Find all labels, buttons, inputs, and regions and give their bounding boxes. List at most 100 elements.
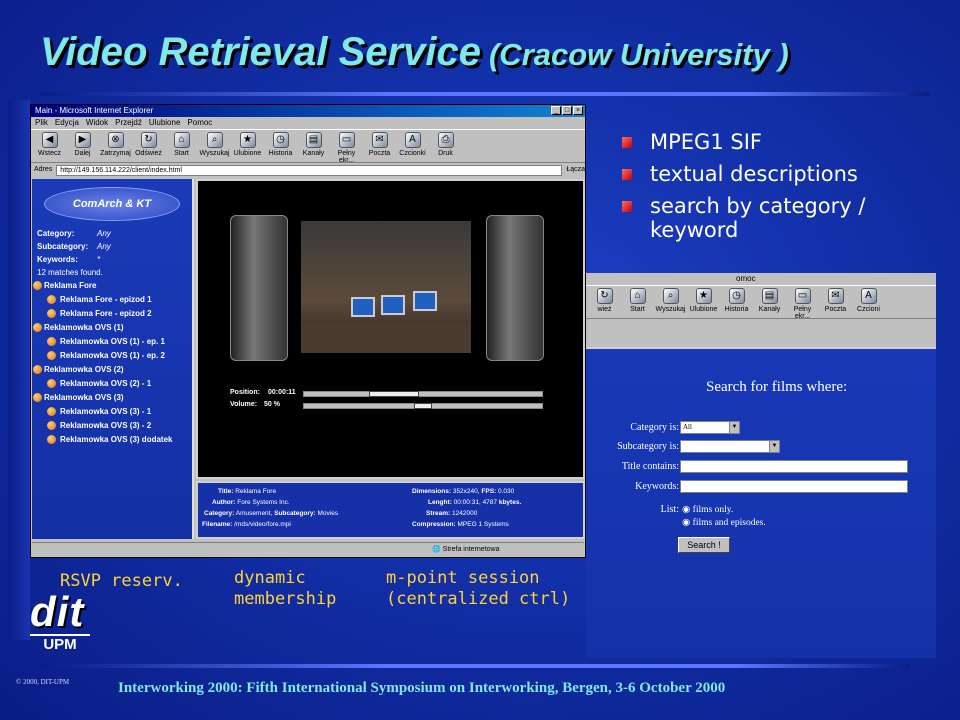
menu-item-4[interactable]: Ulubione [149,118,181,127]
toolbar-button-7[interactable]: ✉ Poczta [819,286,852,313]
result-item[interactable]: Reklama Fore - epizod 1 [32,293,192,307]
result-item[interactable]: Reklamowka OVS (3) - 1 [32,405,192,419]
volume-slider[interactable] [303,403,543,409]
toolbar-button-8[interactable]: ▤ Kanały [297,130,330,157]
toolbar-button-6[interactable]: ★ Ulubione [231,130,264,157]
results-sidebar: ComArch & KT Category: Any Subcategory: Any… [32,179,194,539]
browser-window-main[interactable]: Main - Microsoft Internet Explorer _ □ ×… [30,104,586,558]
radio-selected-icon[interactable]: ◉ [682,505,690,515]
category-select[interactable]: All ▼ [680,421,740,434]
toolbar-button-2[interactable]: ⌕ Wyszukaj [654,286,687,313]
note-mpoint-session: m-point session (centralized ctrl) [386,568,571,609]
keywords-input[interactable] [680,480,908,493]
toolbar-button-label: Historia [724,306,749,313]
links-label[interactable]: Łącza [566,163,585,177]
radio-films-episodes[interactable]: ◉ films and episodes. [682,517,766,528]
toolbar-button-3[interactable]: ↻ Odśwież [132,130,165,157]
toolbar-button-label: Ulubione [689,306,718,313]
query-row: Keywords: * [32,253,192,266]
left-speaker-image [230,215,288,361]
toolbar-button-6[interactable]: ▭ Pełny ekr... [786,286,819,318]
toolbar-button-5[interactable]: ⌕ Wyszukaj [198,130,231,157]
result-item[interactable]: Reklama Fore [32,279,192,293]
chevron-down-icon[interactable]: ▼ [769,441,779,452]
menu-item-5[interactable]: Pomoc [187,118,212,127]
note-dynamic-membership: dynamic membership [234,568,337,609]
volume-slider-thumb[interactable] [414,403,432,409]
category-value: All [683,423,692,431]
toolbar-button-9[interactable]: ▭ Pełny ekr... [330,130,363,162]
title-input[interactable] [680,460,908,473]
film-bullet-icon [47,421,56,430]
toolbar-button-12[interactable]: ⎙ Druk [429,130,462,157]
menu-item-2[interactable]: Widok [86,118,108,127]
search-button[interactable]: Search ! [678,537,730,553]
menu-item-1[interactable]: Edycja [55,118,79,127]
result-item[interactable]: Reklamowka OVS (1) - ep. 1 [32,335,192,349]
result-item[interactable]: Reklama Fore - epizod 2 [32,307,192,321]
toolbar-button-label: Druk [438,150,453,157]
channels-icon: ▤ [305,132,322,148]
toolbar-button-10[interactable]: ✉ Poczta [363,130,396,157]
film-bullet-icon [47,407,56,416]
result-item[interactable]: Reklamowka OVS (2) - 1 [32,377,192,391]
menu-item-0[interactable]: Plik [35,118,48,127]
query-row: Subcategory: Any [32,240,192,253]
toolbar-button-1[interactable]: ⌂ Start [621,286,654,313]
address-label: Adres [34,166,53,173]
print-icon: ⎙ [437,132,454,148]
toolbar-button-3[interactable]: ★ Ulubione [687,286,720,313]
radio-icon[interactable]: ◉ [682,518,690,528]
bullet-text: textual descriptions [650,162,858,186]
result-item[interactable]: Reklamowka OVS (1) - ep. 2 [32,349,192,363]
radio-films-only[interactable]: ◉ films only. [682,504,733,515]
result-item[interactable]: Reklamowka OVS (2) [32,363,192,377]
close-icon[interactable]: × [573,106,583,115]
film-bullet-icon [47,379,56,388]
address-input[interactable]: http://149.156.114.222/client/index.html [56,164,563,176]
result-item[interactable]: Reklamowka OVS (3) dodatek [32,433,192,447]
menu-item-0[interactable]: omoc [736,274,756,283]
menu-item-3[interactable]: Przejdź [115,118,142,127]
result-item[interactable]: Reklamowka OVS (3) [32,391,192,405]
video-frame[interactable] [301,221,471,353]
toolbar-button-2[interactable]: ⊗ Zatrzymaj [99,130,132,157]
bullet-item: textual descriptions [618,162,900,186]
info-kbytes: 4787 [482,499,498,506]
stop-icon: ⊗ [107,132,124,148]
result-item[interactable]: Reklamowka OVS (1) [32,321,192,335]
toolbar-button-0[interactable]: ◀ Wstecz [33,130,66,157]
comarch-kt-logo: ComArch & KT [44,187,180,221]
minimize-icon[interactable]: _ [551,106,561,115]
toolbar-button-4[interactable]: ◷ Historia [720,286,753,313]
film-bullet-icon [33,393,42,402]
toolbar-button-7[interactable]: ◷ Historia [264,130,297,157]
copyright: © 2000, DIT-UPM [16,678,70,686]
subcategory-select[interactable]: ▼ [680,440,780,453]
fonts-icon: A [860,288,877,304]
toolbar-button-5[interactable]: ▤ Kanały [753,286,786,313]
info-dimensions-label: Dimensions: [412,488,452,495]
title-main: Video Retrieval Service [40,30,481,74]
toolbar-button-8[interactable]: A Czcioni [852,286,885,313]
address-bar: Adres http://149.156.114.222/client/inde… [31,163,585,177]
result-item[interactable]: Reklamowka OVS (3) - 2 [32,419,192,433]
toolbar-button-11[interactable]: A Czcionki [396,130,429,157]
toolbar-button-label: Start [174,150,189,157]
title-subtitle: (Cracow University ) [488,37,789,72]
browser-window-search[interactable]: omoc ↻ wież ⌂ Start ⌕ Wyszukaj ★ Ulubione ◷ Histo… [586,273,936,658]
toolbar-button-4[interactable]: ⌂ Start [165,130,198,157]
info-author: Fore Systems Inc. [237,499,290,506]
info-stream-label: Stream: [426,510,451,517]
chevron-down-icon[interactable]: ▼ [729,422,739,433]
footer-divider [40,664,910,668]
position-slider[interactable] [303,391,543,397]
list-label: List: [660,504,679,515]
toolbar-button-0[interactable]: ↻ wież [588,286,621,313]
home-icon: ⌂ [629,288,646,304]
toolbar-button-1[interactable]: ▶ Dalej [66,130,99,157]
maximize-icon[interactable]: □ [562,106,572,115]
history-icon: ◷ [728,288,745,304]
browser-toolbar: ◀ Wstecz ▶ Dalej ⊗ Zatrzymaj ↻ Odśwież ⌂ Start ⌕ Wy… [31,129,585,163]
position-slider-thumb[interactable] [368,391,419,397]
